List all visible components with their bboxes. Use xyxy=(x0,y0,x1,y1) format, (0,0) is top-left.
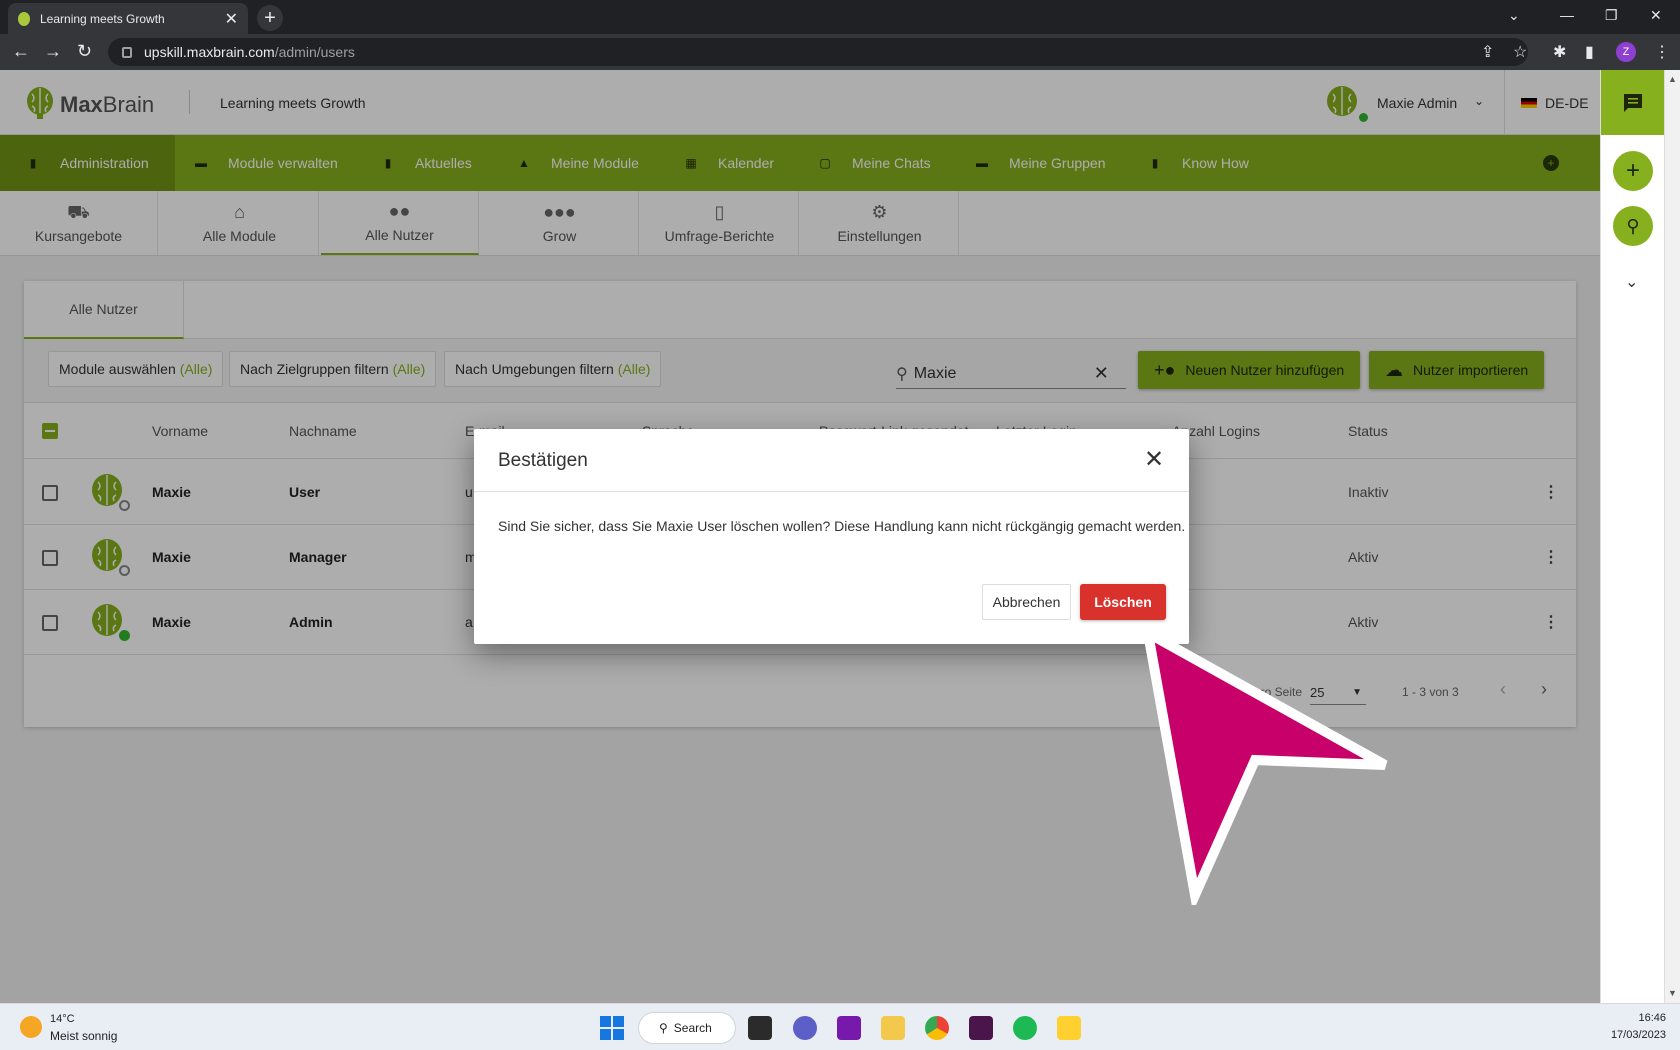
url-bar[interactable]: upskill.maxbrain.com /admin/users xyxy=(108,38,1528,66)
close-icon[interactable]: ✕ xyxy=(1144,445,1164,474)
forward-icon[interactable]: → xyxy=(44,41,62,62)
back-icon[interactable]: ← xyxy=(12,41,30,62)
scroll-down-icon[interactable]: ▼ xyxy=(1668,988,1677,998)
close-tab-icon[interactable]: ✕ xyxy=(225,9,238,29)
tab-search-icon[interactable]: ⌄ xyxy=(1508,0,1520,30)
slack-icon[interactable] xyxy=(969,1016,993,1040)
dialog-message: Sind Sie sicher, dass Sie Maxie User lös… xyxy=(498,518,1186,534)
share-icon[interactable]: ⇪ xyxy=(1481,42,1494,62)
url-host: upskill.maxbrain.com xyxy=(144,44,275,60)
restore-icon[interactable]: ❐ xyxy=(1605,0,1618,30)
scroll-up-icon[interactable]: ▲ xyxy=(1668,74,1677,84)
windows-start-icon[interactable] xyxy=(600,1016,624,1040)
url-path: /admin/users xyxy=(274,44,355,60)
taskbar: 14°C Meist sonnig ⚲ Search 16:46 17/03/2… xyxy=(0,1003,1680,1050)
delete-button[interactable]: Löschen xyxy=(1080,584,1166,620)
task-view-icon[interactable] xyxy=(748,1016,772,1040)
taskbar-search[interactable]: ⚲ Search xyxy=(638,1012,736,1044)
reload-icon[interactable]: ↻ xyxy=(77,41,92,62)
browser-tabstrip: Learning meets Growth ✕ + ⌄ — ❐ ✕ xyxy=(0,0,1680,34)
browser-tab[interactable]: Learning meets Growth ✕ xyxy=(8,3,248,34)
dialog-header: Bestätigen ✕ xyxy=(474,429,1189,492)
menu-dots-icon[interactable]: ⋮ xyxy=(1654,42,1670,62)
chat-icon xyxy=(1624,93,1642,112)
onenote-icon[interactable] xyxy=(837,1016,861,1040)
teams-icon[interactable] xyxy=(793,1016,817,1040)
page-scrollbar[interactable]: ▲ ▼ xyxy=(1664,70,1680,1003)
minimize-icon[interactable]: — xyxy=(1560,0,1574,30)
chat-panel-button[interactable] xyxy=(1601,70,1665,135)
weather-temp[interactable]: 14°C xyxy=(50,1013,75,1025)
cancel-button[interactable]: Abbrechen xyxy=(982,584,1071,620)
file-explorer-icon[interactable] xyxy=(881,1016,905,1040)
miro-icon[interactable] xyxy=(1057,1016,1081,1040)
confirm-dialog: Bestätigen ✕ Sind Sie sicher, dass Sie M… xyxy=(474,429,1189,644)
clock-time[interactable]: 16:46 xyxy=(1620,1012,1666,1024)
dialog-title: Bestätigen xyxy=(498,450,588,471)
cursor-arrow-icon xyxy=(1141,625,1388,905)
search-icon: ⚲ xyxy=(659,1021,668,1035)
chevron-down-icon[interactable]: ⌄ xyxy=(1625,272,1638,292)
sidepanel-icon[interactable]: ▮ xyxy=(1585,42,1594,62)
new-tab-button[interactable]: + xyxy=(257,5,283,31)
window-close-icon[interactable]: ✕ xyxy=(1650,0,1662,30)
spotify-icon[interactable] xyxy=(1013,1016,1037,1040)
chrome-icon[interactable] xyxy=(925,1016,949,1040)
create-button[interactable]: + xyxy=(1613,151,1653,191)
clock-date[interactable]: 17/03/2023 xyxy=(1600,1029,1666,1041)
lock-icon xyxy=(122,46,132,58)
search-icon[interactable]: ⚲ xyxy=(1613,206,1653,246)
profile-avatar[interactable]: Z xyxy=(1616,42,1636,62)
right-sidebar: + ⚲ ⌄ xyxy=(1600,70,1665,1003)
tab-title: Learning meets Growth xyxy=(40,11,165,26)
weather-sun-icon[interactable] xyxy=(20,1016,42,1038)
favicon-icon xyxy=(18,11,30,26)
bookmark-star-icon[interactable]: ☆ xyxy=(1513,42,1527,62)
weather-desc[interactable]: Meist sonnig xyxy=(50,1029,117,1043)
address-toolbar: ← → ↻ upskill.maxbrain.com /admin/users … xyxy=(0,34,1680,70)
extensions-icon[interactable]: ✱ xyxy=(1553,42,1566,62)
